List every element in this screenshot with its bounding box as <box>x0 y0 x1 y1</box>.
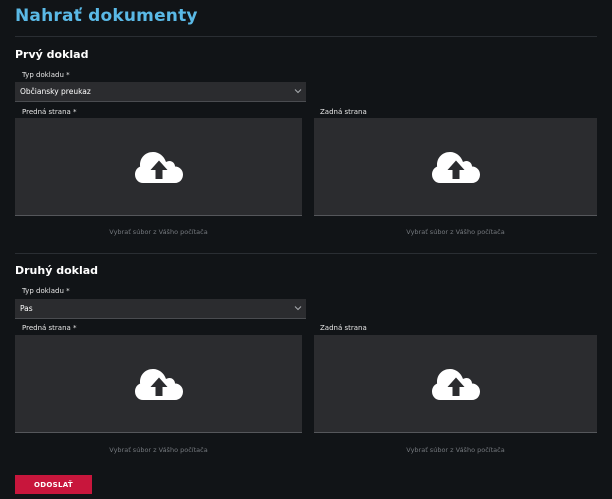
back-upload-box-first[interactable] <box>314 118 597 216</box>
back-label-second: Zadná strana <box>320 324 367 332</box>
front-pick-file-first[interactable]: Vybrať súbor z Vášho počítača <box>15 228 302 236</box>
back-upload-box-second[interactable] <box>314 335 597 433</box>
chevron-down-icon <box>294 306 302 311</box>
document-type-select-first[interactable]: Občiansky preukaz <box>15 82 306 102</box>
cloud-upload-icon <box>134 151 183 183</box>
section-title-second: Druhý doklad <box>15 264 99 277</box>
back-pick-file-first[interactable]: Vybrať súbor z Vášho počítača <box>314 228 597 236</box>
front-pick-file-second[interactable]: Vybrať súbor z Vášho počítača <box>15 446 302 454</box>
back-label-first: Zadná strana <box>320 108 367 116</box>
document-type-value-first: Občiansky preukaz <box>20 87 91 96</box>
document-type-select-second[interactable]: Pas <box>15 299 306 319</box>
title-divider <box>15 36 597 37</box>
cloud-upload-icon <box>134 368 183 400</box>
type-label-first: Typ dokladu * <box>22 71 70 79</box>
page-title: Nahrať dokumenty <box>15 6 198 26</box>
cloud-upload-icon <box>431 151 480 183</box>
front-label-first: Predná strana * <box>22 108 77 116</box>
back-pick-file-second[interactable]: Vybrať súbor z Vášho počítača <box>314 446 597 454</box>
section-divider <box>15 253 597 254</box>
chevron-down-icon <box>294 89 302 94</box>
type-label-second: Typ dokladu * <box>22 287 70 295</box>
cloud-upload-icon <box>431 368 480 400</box>
front-upload-box-second[interactable] <box>15 335 302 433</box>
front-upload-box-first[interactable] <box>15 118 302 216</box>
submit-button[interactable]: ODOSLAŤ <box>15 475 92 494</box>
document-type-value-second: Pas <box>20 304 33 313</box>
section-title-first: Prvý doklad <box>15 48 89 61</box>
front-label-second: Predná strana * <box>22 324 77 332</box>
